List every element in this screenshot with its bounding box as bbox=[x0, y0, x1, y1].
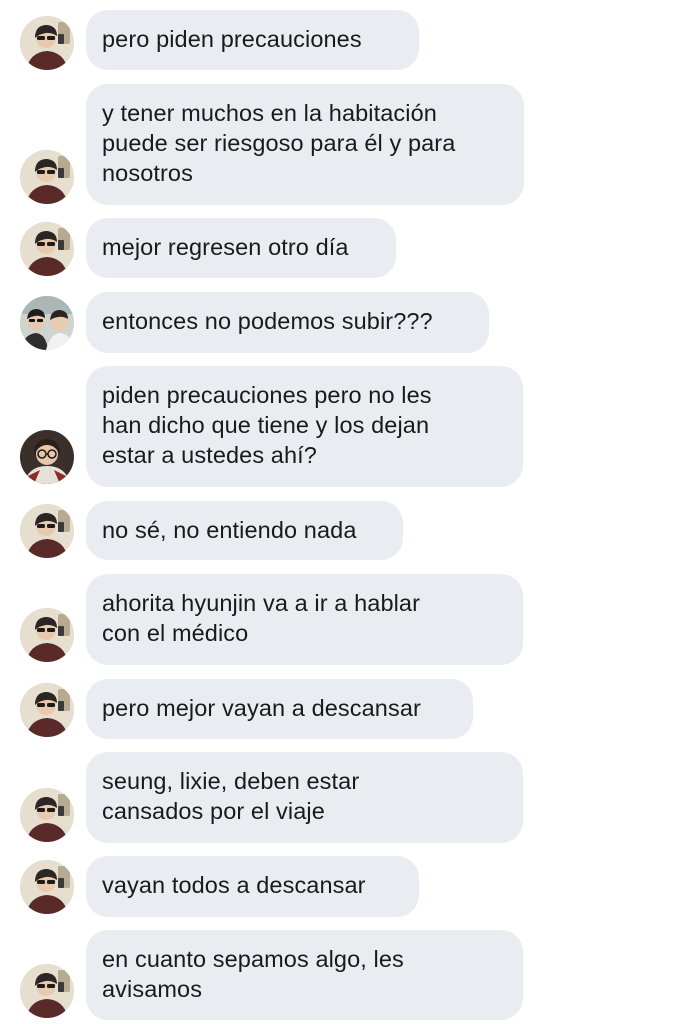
message-text: pero piden precauciones bbox=[102, 26, 362, 52]
message-text: pero mejor vayan a descansar bbox=[102, 695, 421, 721]
message-text: cansados por el viaje bbox=[102, 798, 325, 824]
message-text: avisamos bbox=[102, 976, 203, 1002]
selfie-avatar-a[interactable] bbox=[20, 788, 74, 842]
glasses-avatar-c[interactable] bbox=[20, 430, 74, 484]
selfie-avatar-a[interactable] bbox=[20, 683, 74, 737]
message-text: y tener muchos en la habitación bbox=[102, 100, 437, 126]
selfie-avatar-a[interactable] bbox=[20, 964, 74, 1018]
message-text: en cuanto sepamos algo, les bbox=[102, 946, 404, 972]
message-row: piden precauciones pero no les han dicho… bbox=[0, 366, 678, 487]
message-row: entonces no podemos subir??? bbox=[0, 292, 678, 353]
message-bubble[interactable]: y tener muchos en la habitación puede se… bbox=[86, 84, 524, 205]
message-bubble[interactable]: pero mejor vayan a descansar bbox=[86, 679, 473, 739]
message-row: seung, lixie, deben estar cansados por e… bbox=[0, 752, 678, 843]
message-text: ahorita hyunjin va a ir a hablar bbox=[102, 590, 421, 616]
message-row: ahorita hyunjin va a ir a hablar con el … bbox=[0, 574, 678, 665]
message-text: puede ser riesgoso para él y para bbox=[102, 130, 456, 156]
message-bubble[interactable]: pero piden precauciones bbox=[86, 10, 419, 70]
message-text: han dicho que tiene y los dejan bbox=[102, 412, 430, 438]
message-text: no sé, no entiendo nada bbox=[102, 517, 357, 543]
duo-avatar-b[interactable] bbox=[20, 296, 74, 350]
message-row: vayan todos a descansar bbox=[0, 856, 678, 917]
selfie-avatar-a[interactable] bbox=[20, 860, 74, 914]
message-row: pero piden precauciones bbox=[0, 10, 678, 70]
message-text: vayan todos a descansar bbox=[102, 872, 366, 898]
message-bubble[interactable]: mejor regresen otro día bbox=[86, 218, 396, 278]
message-text: piden precauciones pero no les bbox=[102, 382, 432, 408]
message-text: nosotros bbox=[102, 160, 193, 186]
selfie-avatar-a[interactable] bbox=[20, 16, 74, 70]
message-text: con el médico bbox=[102, 620, 249, 646]
message-bubble[interactable]: no sé, no entiendo nada bbox=[86, 501, 403, 560]
selfie-avatar-a[interactable] bbox=[20, 222, 74, 276]
message-text: mejor regresen otro día bbox=[102, 234, 349, 260]
selfie-avatar-a[interactable] bbox=[20, 504, 74, 558]
message-bubble[interactable]: piden precauciones pero no les han dicho… bbox=[86, 366, 523, 487]
message-bubble[interactable]: en cuanto sepamos algo, les avisamos bbox=[86, 930, 523, 1020]
message-row: y tener muchos en la habitación puede se… bbox=[0, 84, 678, 205]
message-bubble[interactable]: seung, lixie, deben estar cansados por e… bbox=[86, 752, 523, 843]
message-row: mejor regresen otro día bbox=[0, 218, 678, 278]
message-row: pero mejor vayan a descansar bbox=[0, 679, 678, 739]
message-text: estar a ustedes ahí? bbox=[102, 442, 317, 468]
selfie-avatar-a[interactable] bbox=[20, 608, 74, 662]
message-bubble[interactable]: ahorita hyunjin va a ir a hablar con el … bbox=[86, 574, 523, 665]
message-bubble[interactable]: entonces no podemos subir??? bbox=[86, 292, 489, 353]
message-text: seung, lixie, deben estar bbox=[102, 768, 360, 794]
message-bubble[interactable]: vayan todos a descansar bbox=[86, 856, 419, 917]
message-row: en cuanto sepamos algo, les avisamos bbox=[0, 930, 678, 1020]
selfie-avatar-a[interactable] bbox=[20, 150, 74, 204]
message-row: no sé, no entiendo nada bbox=[0, 501, 678, 560]
message-text: entonces no podemos subir??? bbox=[102, 308, 433, 334]
